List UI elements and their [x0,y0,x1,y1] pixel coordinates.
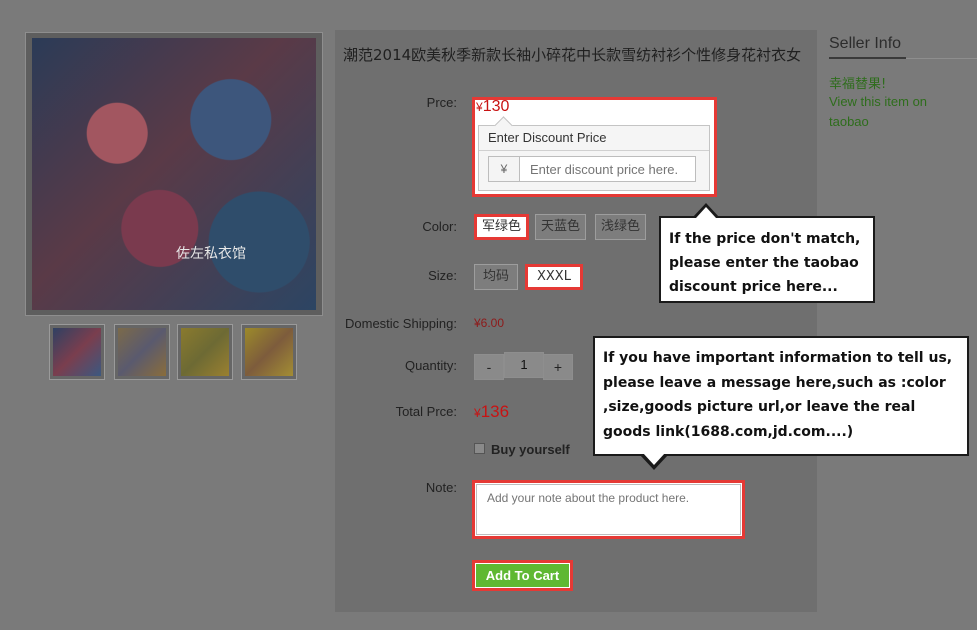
total-amount: 136 [480,402,510,421]
add-to-cart-button[interactable]: Add To Cart [476,564,569,587]
quantity-label: Quantity: [404,358,457,373]
size-label: Size: [428,268,457,283]
yen-addon: ¥ [488,156,520,182]
note-hint-line-4: goods link(1688.com,jd.com....) [603,423,854,440]
price-label: Prce: [426,95,457,110]
product-photo [32,38,316,310]
note-textarea[interactable] [476,484,741,535]
thumbnail-3[interactable] [177,324,233,380]
price-amount: 130 [482,98,510,115]
buy-yourself-label: Buy yourself [491,442,570,457]
color-option-sky-blue[interactable]: 天蓝色 [535,214,587,240]
color-label: Color: [422,219,457,234]
discount-divider [479,150,709,151]
total-price-value: ¥136 [474,402,509,422]
quantity-decrease-button[interactable]: - [474,354,504,380]
note-hint-line-3: ,size,goods picture url,or leave the rea… [603,399,916,415]
thumbnail-2[interactable] [114,324,170,380]
price-callout-pointer-fill [696,207,716,218]
price-hint-callout: If the price don't match, please enter t… [659,216,875,303]
note-hint-callout: If you have important information to tel… [593,336,969,456]
discount-title: Enter Discount Price [488,130,607,145]
note-label: Note: [425,480,457,495]
shipping-value: ¥6.00 [474,316,505,330]
size-option-xxxl[interactable]: XXXL [525,264,583,290]
seller-title-underline [829,57,906,59]
price-value: ¥130 [476,98,509,116]
size-option-one-size[interactable]: 均码 [474,264,519,290]
seller-info-title: Seller Info [829,35,902,52]
price-hint-line-1: If the price don't match, [669,231,861,247]
quantity-increase-button[interactable]: + [543,354,573,380]
price-currency: ¥ [476,100,483,114]
image-watermark: 佐左私衣馆 [176,246,246,262]
note-hint-line-1: If you have important information to tel… [603,350,953,366]
thumbnail-1[interactable] [49,324,105,380]
view-on-taobao-link-line2[interactable]: taobao [829,114,869,129]
quantity-input[interactable]: 1 [504,352,544,378]
view-on-taobao-link[interactable]: View this item on [829,94,927,109]
total-price-label: Total Prce: [395,404,457,419]
note-callout-pointer-fill [643,453,665,465]
seller-name-link[interactable]: 幸福替果! [829,73,886,92]
shipping-label: Domestic Shipping: [345,316,457,331]
note-hint-line-2: please leave a message here,such as :col… [603,374,946,391]
total-currency: ¥ [474,406,481,420]
price-hint-line-3: discount price here... [669,279,838,295]
seller-divider [906,58,977,59]
product-title: 潮范2014欧美秋季新款长袖小碎花中长款雪纺衬衫个性修身花衬衣女 [343,46,802,64]
buy-yourself-checkbox[interactable] [474,443,485,454]
color-option-army-green[interactable]: 军绿色 [474,214,530,240]
thumbnail-4[interactable] [241,324,297,380]
price-hint-line-2: please enter the taobao [669,255,859,271]
main-product-image[interactable]: 佐左私衣馆 [25,32,323,316]
discount-price-input[interactable] [519,156,696,182]
color-option-light-green[interactable]: 浅绿色 [595,214,647,240]
